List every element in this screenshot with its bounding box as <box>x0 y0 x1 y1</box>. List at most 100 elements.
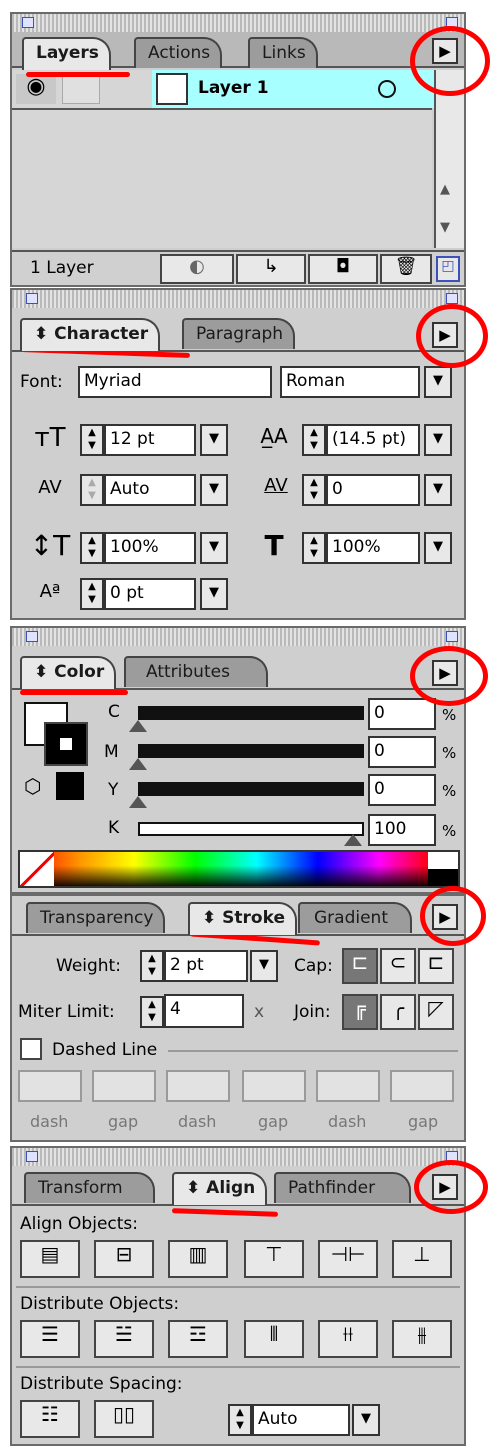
weight-field[interactable]: 2 pt <box>164 950 248 982</box>
c-slider[interactable] <box>138 706 364 720</box>
font-style-dropdown[interactable]: ▼ <box>424 366 452 398</box>
projecting-cap-button[interactable]: ⊏ <box>418 948 454 984</box>
align-top-button[interactable]: ⊤ <box>244 1240 304 1278</box>
tab-gradient[interactable]: Gradient <box>298 902 412 933</box>
distribute-top-button[interactable]: ☰ <box>20 1320 80 1358</box>
stroke-swatch[interactable] <box>44 722 88 766</box>
y-value-field[interactable]: 0 <box>368 774 436 806</box>
zoom-box[interactable] <box>446 293 458 304</box>
k-slider-thumb[interactable] <box>344 834 362 846</box>
weight-spinner[interactable]: ▲ ▼ <box>140 950 164 982</box>
leading-dropdown[interactable]: ▼ <box>424 424 452 456</box>
tab-transform[interactable]: Transform <box>24 1172 155 1203</box>
horizontal-scale-spinner[interactable]: ▲ ▼ <box>302 532 326 564</box>
layer-name[interactable]: Layer 1 <box>198 78 269 98</box>
tab-character[interactable]: ⬍ Character <box>20 318 161 351</box>
tracking-field[interactable]: 0 <box>326 474 420 506</box>
eye-icon[interactable]: ◉ <box>16 74 56 104</box>
kerning-field[interactable]: Auto <box>104 474 196 506</box>
zoom-box[interactable] <box>446 631 458 642</box>
m-slider[interactable] <box>138 744 364 758</box>
horizontal-scale-field[interactable]: 100% <box>326 532 420 564</box>
kerning-dropdown[interactable]: ▼ <box>200 474 228 506</box>
baseline-shift-dropdown[interactable]: ▼ <box>200 578 228 610</box>
trash-icon[interactable]: 🗑 <box>380 254 432 284</box>
butt-cap-button[interactable]: ⊏ <box>342 948 378 984</box>
scrollbar[interactable]: ▲ ▼ <box>434 70 464 248</box>
align-horizontal-center-button[interactable]: ⊟ <box>94 1240 154 1278</box>
align-bottom-button[interactable]: ⊥ <box>392 1240 452 1278</box>
close-box[interactable] <box>26 1151 38 1162</box>
miter-limit-field[interactable]: 4 <box>164 994 244 1028</box>
distribute-bottom-button[interactable]: ☲ <box>168 1320 228 1358</box>
distribute-right-button[interactable]: ⫵ <box>392 1320 452 1358</box>
leading-spinner[interactable]: ▲ ▼ <box>302 424 326 456</box>
close-box[interactable] <box>22 17 34 28</box>
tab-links[interactable]: Links <box>248 37 318 68</box>
dash-field-2[interactable] <box>166 1070 230 1102</box>
target-icon[interactable] <box>378 80 396 98</box>
dash-field-1[interactable] <box>18 1070 82 1102</box>
bevel-join-button[interactable]: ◸ <box>418 994 454 1030</box>
c-value-field[interactable]: 0 <box>368 698 436 730</box>
close-box[interactable] <box>26 631 38 642</box>
baseline-shift-spinner[interactable]: ▲ ▼ <box>80 578 104 610</box>
horizontal-spacing-button[interactable]: ▯▯ <box>94 1400 154 1438</box>
font-style-field[interactable]: Roman <box>280 366 420 398</box>
tab-align[interactable]: ⬍ Align <box>172 1172 268 1205</box>
new-layer-button[interactable]: ◘ <box>308 254 378 284</box>
weight-dropdown[interactable]: ▼ <box>250 950 278 982</box>
m-slider-thumb[interactable] <box>129 758 147 770</box>
c-slider-thumb[interactable] <box>129 720 147 732</box>
resize-icon[interactable]: ◰ <box>436 256 460 282</box>
align-left-button[interactable]: ▤ <box>20 1240 80 1278</box>
font-size-dropdown[interactable]: ▼ <box>200 424 228 456</box>
vertical-scale-spinner[interactable]: ▲ ▼ <box>80 532 104 564</box>
tab-paragraph[interactable]: Paragraph <box>182 318 296 349</box>
tab-actions[interactable]: Actions <box>134 37 223 68</box>
scroll-up-icon[interactable]: ▲ <box>440 182 450 197</box>
spacing-dropdown[interactable]: ▼ <box>352 1404 380 1436</box>
tab-layers[interactable]: Layers <box>22 37 111 70</box>
distribute-horizontal-center-button[interactable]: ⟊⟊ <box>318 1320 378 1358</box>
spacing-spinner[interactable]: ▲ ▼ <box>228 1404 252 1436</box>
align-vertical-center-button[interactable]: ⊣⊢ <box>318 1240 378 1278</box>
gap-field-2[interactable] <box>242 1070 306 1102</box>
font-size-field[interactable]: 12 pt <box>104 424 196 456</box>
panel-title-bar[interactable] <box>12 14 464 32</box>
close-box[interactable] <box>26 293 38 304</box>
font-family-field[interactable]: Myriad <box>78 366 272 398</box>
cube-icon[interactable]: ⬡ <box>24 774 41 798</box>
tab-color[interactable]: ⬍ Color <box>20 656 117 689</box>
leading-field[interactable]: (14.5 pt) <box>326 424 420 456</box>
font-size-spinner[interactable]: ▲ ▼ <box>80 424 104 456</box>
horizontal-scale-dropdown[interactable]: ▼ <box>424 532 452 564</box>
white-swatch[interactable] <box>428 852 458 869</box>
tracking-spinner[interactable]: ▲ ▼ <box>302 474 326 506</box>
kerning-spinner[interactable]: ▲ ▼ <box>80 474 104 506</box>
k-value-field[interactable]: 100 <box>368 814 436 846</box>
round-cap-button[interactable]: ⊂ <box>380 948 416 984</box>
k-slider[interactable] <box>138 822 364 836</box>
dash-field-3[interactable] <box>316 1070 380 1102</box>
miter-limit-spinner[interactable]: ▲ ▼ <box>140 996 164 1028</box>
color-spectrum-bar[interactable] <box>18 850 460 888</box>
vertical-spacing-button[interactable]: ☷ <box>20 1400 80 1438</box>
round-join-button[interactable]: ╭ <box>380 994 416 1030</box>
tab-stroke[interactable]: ⬍ Stroke <box>188 902 297 935</box>
panel-title-bar[interactable] <box>12 290 464 308</box>
distribute-left-button[interactable]: ⫴ <box>244 1320 304 1358</box>
scroll-down-icon[interactable]: ▼ <box>440 220 450 235</box>
none-swatch[interactable] <box>20 852 54 886</box>
tab-pathfinder[interactable]: Pathfinder <box>274 1172 412 1203</box>
y-slider[interactable] <box>138 782 364 796</box>
panel-title-bar[interactable] <box>12 628 464 646</box>
vertical-scale-dropdown[interactable]: ▼ <box>200 532 228 564</box>
lock-toggle[interactable] <box>62 74 100 104</box>
y-slider-thumb[interactable] <box>129 796 147 808</box>
gap-field-1[interactable] <box>92 1070 156 1102</box>
tracking-dropdown[interactable]: ▼ <box>424 474 452 506</box>
black-swatch[interactable] <box>428 869 458 886</box>
baseline-shift-field[interactable]: 0 pt <box>104 578 196 610</box>
miter-join-button[interactable]: ╔ <box>342 994 378 1030</box>
